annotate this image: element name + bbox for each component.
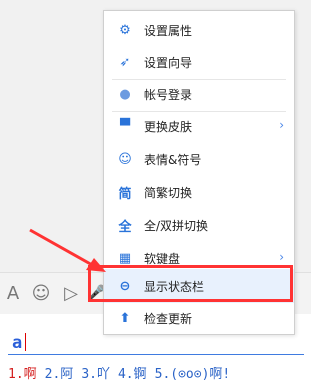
annotation-arrow [29,228,106,272]
